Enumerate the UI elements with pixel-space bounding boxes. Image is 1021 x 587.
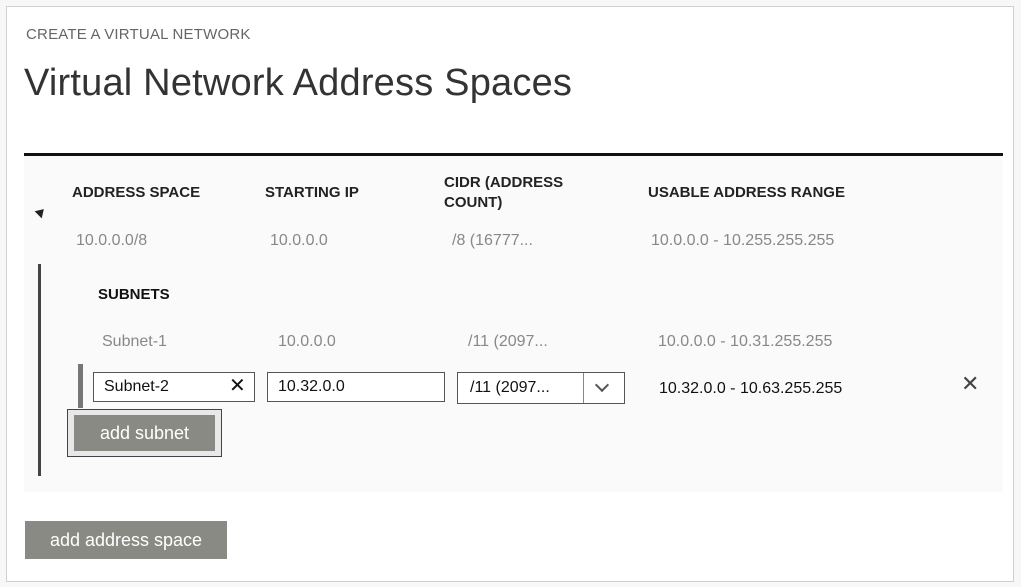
subnet-starting-ip: 10.0.0.0 — [278, 333, 336, 350]
column-header-address-space: ADDRESS SPACE — [72, 184, 201, 201]
subnet-name: Subnet-1 — [102, 333, 167, 350]
cidr-select[interactable]: /11 (2097... — [457, 372, 625, 404]
address-space-cidr: /8 (16777... — [452, 232, 533, 249]
subnets-heading: SUBNETS — [98, 286, 170, 303]
subnet-usable-range: 10.0.0.0 - 10.31.255.255 — [658, 333, 833, 350]
subnet-cidr: /11 (2097... — [468, 333, 548, 350]
subnet-group-line — [38, 264, 41, 476]
address-space-usable-range: 10.0.0.0 - 10.255.255.255 — [651, 232, 835, 249]
column-header-cidr-line1: CIDR (ADDRESS — [444, 174, 564, 191]
chevron-down-icon[interactable] — [594, 377, 610, 393]
cidr-select-value: /11 (2097... — [470, 379, 550, 396]
add-subnet-button[interactable]: add subnet — [74, 415, 215, 451]
clear-icon[interactable]: ✕ — [229, 376, 246, 396]
select-divider — [583, 373, 584, 403]
starting-ip-input[interactable] — [267, 372, 445, 402]
column-header-starting-ip: STARTING IP — [265, 184, 359, 201]
address-space-starting-ip: 10.0.0.0 — [270, 232, 328, 249]
page-title: Virtual Network Address Spaces — [24, 62, 573, 104]
column-header-cidr: CIDR (ADDRESS COUNT) — [444, 173, 563, 213]
delete-subnet-icon[interactable]: ✕ — [961, 373, 979, 395]
add-address-space-button[interactable]: add address space — [25, 521, 227, 559]
column-header-cidr-line2: COUNT) — [444, 194, 503, 211]
address-space-value: 10.0.0.0/8 — [76, 232, 148, 249]
wizard-step-label: CREATE A VIRTUAL NETWORK — [26, 26, 251, 43]
column-header-usable-range: USABLE ADDRESS RANGE — [648, 184, 845, 201]
active-row-marker — [78, 364, 83, 408]
edit-row-usable-range: 10.32.0.0 - 10.63.255.255 — [659, 380, 843, 397]
